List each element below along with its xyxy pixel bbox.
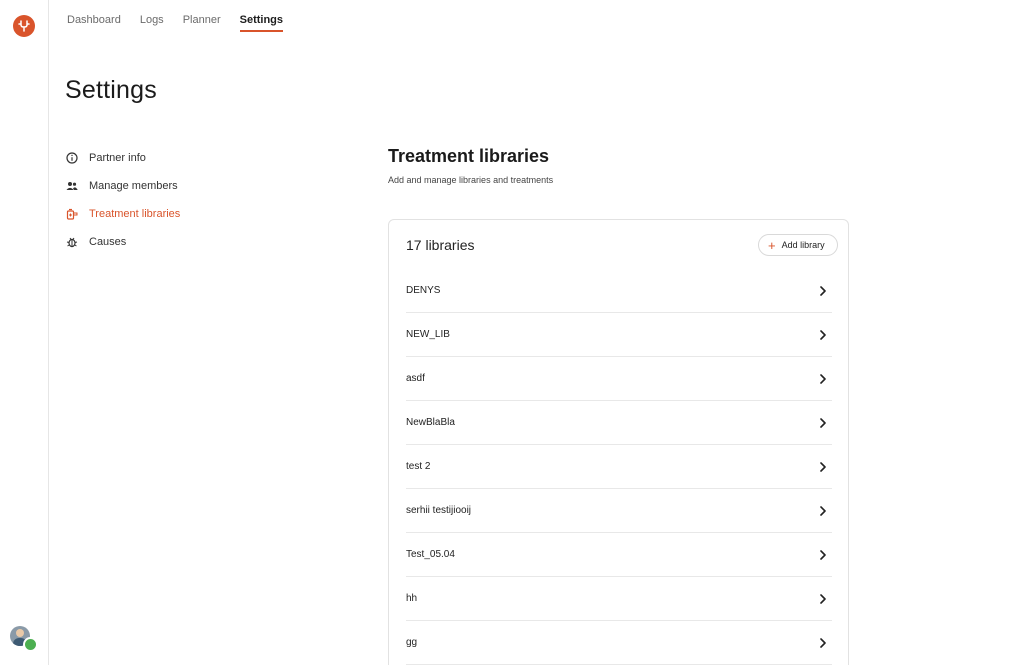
tab-settings[interactable]: Settings — [239, 0, 284, 34]
sidebar-item-label: Partner info — [89, 152, 146, 164]
sidebar-item-label: Manage members — [89, 180, 178, 192]
library-name: hh — [406, 593, 418, 604]
chevron-right-icon — [817, 373, 829, 385]
chevron-right-icon — [817, 549, 829, 561]
plus-icon: + — [768, 237, 776, 253]
sidebar-item-partner-info[interactable]: Partner info — [65, 144, 265, 172]
libraries-card: 17 libraries + Add library DENYS NEW_LIB… — [388, 219, 849, 665]
settings-sidebar: Partner info Manage members Treatment li… — [65, 144, 265, 256]
libraries-count: 17 libraries — [406, 237, 475, 253]
info-icon — [65, 152, 78, 165]
chevron-right-icon — [817, 637, 829, 649]
sidebar-item-treatment-libraries[interactable]: Treatment libraries — [65, 200, 265, 228]
list-item[interactable]: gg — [406, 621, 832, 665]
sidebar-item-manage-members[interactable]: Manage members — [65, 172, 265, 200]
treatment-icon — [65, 208, 78, 221]
tab-planner[interactable]: Planner — [183, 0, 221, 34]
bug-icon — [65, 236, 78, 249]
library-name: gg — [406, 637, 418, 648]
library-name: DENYS — [406, 285, 441, 296]
chevron-right-icon — [817, 593, 829, 605]
chevron-right-icon — [817, 461, 829, 473]
members-icon — [65, 180, 78, 193]
library-name: NewBlaBla — [406, 417, 455, 428]
tab-logs[interactable]: Logs — [140, 0, 164, 34]
add-library-button[interactable]: + Add library — [758, 234, 838, 256]
chevron-right-icon — [817, 505, 829, 517]
page-title: Settings — [65, 76, 157, 104]
list-item[interactable]: Test_05.04 — [406, 533, 832, 577]
sidebar-item-causes[interactable]: Causes — [65, 228, 265, 256]
library-list: DENYS NEW_LIB asdf NewBlaBla test 2 serh… — [406, 269, 832, 665]
add-library-label: Add library — [781, 240, 825, 250]
library-name: Test_05.04 — [406, 549, 455, 560]
chevron-right-icon — [817, 329, 829, 341]
chevron-right-icon — [817, 417, 829, 429]
library-name: NEW_LIB — [406, 329, 450, 340]
app-logo-icon[interactable] — [13, 15, 35, 37]
list-item[interactable]: serhii testijiooij — [406, 489, 832, 533]
top-navigation: Dashboard Logs Planner Settings — [67, 0, 302, 34]
sidebar-item-label: Treatment libraries — [89, 208, 181, 220]
library-name: asdf — [406, 373, 425, 384]
list-item[interactable]: hh — [406, 577, 832, 621]
chevron-right-icon — [817, 285, 829, 297]
list-item[interactable]: asdf — [406, 357, 832, 401]
tab-dashboard[interactable]: Dashboard — [67, 0, 121, 34]
left-rail — [0, 0, 49, 665]
library-name: serhii testijiooij — [406, 505, 472, 516]
section-title: Treatment libraries — [388, 146, 550, 166]
list-item[interactable]: NewBlaBla — [406, 401, 832, 445]
library-name: test 2 — [406, 461, 431, 472]
list-item[interactable]: NEW_LIB — [406, 313, 832, 357]
list-item[interactable]: DENYS — [406, 269, 832, 313]
status-badge-icon — [23, 637, 38, 652]
section-subtitle: Add and manage libraries and treatments — [388, 175, 554, 185]
list-item[interactable]: test 2 — [406, 445, 832, 489]
user-avatar[interactable] — [10, 626, 38, 652]
sidebar-item-label: Causes — [89, 236, 127, 248]
